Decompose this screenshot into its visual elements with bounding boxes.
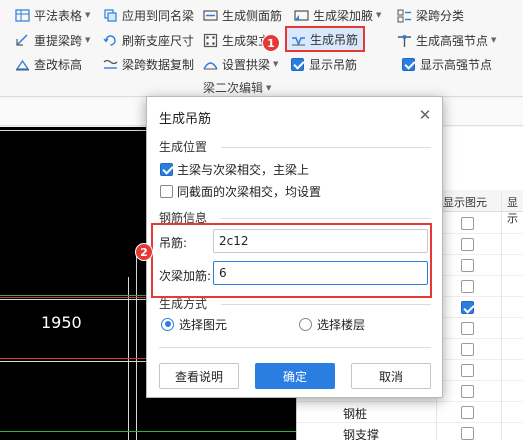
check-elevation-button[interactable]: 查改标高 xyxy=(15,54,82,74)
refresh-support-size-button[interactable]: 刷新支座尺寸 xyxy=(103,30,194,50)
checkbox-checked-icon xyxy=(402,57,415,71)
cancel-button[interactable]: 取消 xyxy=(351,363,431,389)
panel-row-checkbox[interactable] xyxy=(461,301,474,314)
select-floor-radio[interactable]: 选择楼层 xyxy=(299,316,365,332)
copy-beam-icon xyxy=(103,8,118,23)
panel-row-checkbox[interactable] xyxy=(461,280,474,293)
main-secondary-intersect-checkbox[interactable]: 主梁与次梁相交，主梁上 xyxy=(160,161,309,177)
reextract-span-button[interactable]: 重提梁跨 ▼ xyxy=(15,30,90,50)
canvas-beam-line xyxy=(0,431,296,432)
generate-erection-bar-button[interactable]: 生成架立 xyxy=(203,30,270,50)
table-icon xyxy=(15,8,30,23)
ok-button[interactable]: 确定 xyxy=(255,363,335,389)
refresh-support-icon xyxy=(103,33,118,48)
chevron-down-icon: ▼ xyxy=(85,36,91,44)
generate-haunch-button[interactable]: 生成梁加腋 ▼ xyxy=(294,5,381,25)
reextract-span-icon xyxy=(15,33,30,48)
haunch-icon xyxy=(294,8,309,23)
radio-unselected-icon xyxy=(299,317,312,331)
panel-row-checkbox[interactable] xyxy=(461,217,474,230)
side-rebar-icon xyxy=(203,8,218,23)
step-2-badge: 2 xyxy=(135,243,153,261)
panel-row-steel-pile[interactable]: 钢桩 xyxy=(297,402,523,423)
section-divider xyxy=(221,147,431,148)
flat-table-button[interactable]: 平法表格 ▼ xyxy=(15,5,90,25)
canvas-grid-line xyxy=(136,252,137,440)
same-section-intersect-checkbox[interactable]: 同截面的次梁相交，均设置 xyxy=(160,183,321,199)
col-header-show-element: 显示图元 xyxy=(443,196,487,209)
chevron-down-icon: ▼ xyxy=(273,60,279,68)
panel-row-checkbox[interactable] xyxy=(461,427,474,440)
show-hanger-bar-checkbox[interactable]: 显示吊筋 xyxy=(291,54,357,74)
select-element-radio[interactable]: 选择图元 xyxy=(161,316,227,332)
generate-high-strength-node-button[interactable]: 生成高强节点 ▼ xyxy=(397,30,496,50)
footer-divider xyxy=(159,347,431,348)
chevron-down-icon: ▼ xyxy=(266,83,272,92)
section-divider xyxy=(221,218,431,219)
generate-hanger-bar-button[interactable]: 生成吊筋 xyxy=(291,29,358,49)
rebar-info-highlight xyxy=(151,223,432,298)
panel-row-checkbox[interactable] xyxy=(461,322,474,335)
panel-row-checkbox[interactable] xyxy=(461,385,474,398)
step-1-badge: 1 xyxy=(262,34,280,52)
show-high-strength-node-checkbox[interactable]: 显示高强节点 xyxy=(402,54,492,74)
panel-row-checkbox[interactable] xyxy=(461,343,474,356)
ribbon: 平法表格 ▼ 应用到同名梁 生成侧面筋 生成梁加腋 ▼ 梁跨分类 重提梁跨 ▼ 刷新支… xyxy=(0,0,523,97)
panel-row-checkbox[interactable] xyxy=(461,406,474,419)
panel-row-checkbox[interactable] xyxy=(461,259,474,272)
apply-same-name-beam-button[interactable]: 应用到同名梁 xyxy=(103,5,194,25)
hanger-bar-icon xyxy=(291,32,306,47)
chevron-down-icon: ▼ xyxy=(491,36,497,44)
chevron-down-icon: ▼ xyxy=(85,11,91,19)
panel-row-label: 钢桩 xyxy=(343,407,368,421)
checkbox-checked-icon xyxy=(160,162,173,176)
erection-bar-icon xyxy=(203,33,218,48)
section-generate-position: 生成位置 xyxy=(159,140,208,154)
panel-row-label: 钢支撑 xyxy=(343,428,380,440)
view-help-button[interactable]: 查看说明 xyxy=(159,363,239,389)
high-strength-node-icon xyxy=(397,33,412,48)
panel-row-checkbox[interactable] xyxy=(461,364,474,377)
dialog-title: 生成吊筋 xyxy=(159,112,212,127)
set-arch-beam-button[interactable]: 设置拱梁 ▼ xyxy=(203,54,278,74)
span-data-copy-icon xyxy=(103,57,118,72)
dimension-label: 1950 xyxy=(41,313,82,332)
ribbon-group-label: 梁二次编辑 ▼ xyxy=(203,81,272,95)
arch-beam-icon xyxy=(203,57,218,72)
elevation-icon xyxy=(15,57,30,72)
generate-side-rebar-button[interactable]: 生成侧面筋 xyxy=(203,5,282,25)
chevron-down-icon: ▼ xyxy=(376,11,382,19)
panel-row-checkbox[interactable] xyxy=(461,238,474,251)
section-divider xyxy=(221,304,431,305)
span-category-icon xyxy=(397,8,412,23)
radio-selected-icon xyxy=(161,317,174,331)
span-category-button[interactable]: 梁跨分类 xyxy=(397,5,464,25)
panel-row-steel-brace[interactable]: 钢支撑 xyxy=(297,423,523,440)
checkbox-unchecked-icon xyxy=(160,184,173,198)
span-data-copy-button[interactable]: 梁跨数据复制 xyxy=(103,54,194,74)
checkbox-checked-icon xyxy=(291,57,304,71)
close-icon[interactable]: ✕ xyxy=(417,106,433,124)
